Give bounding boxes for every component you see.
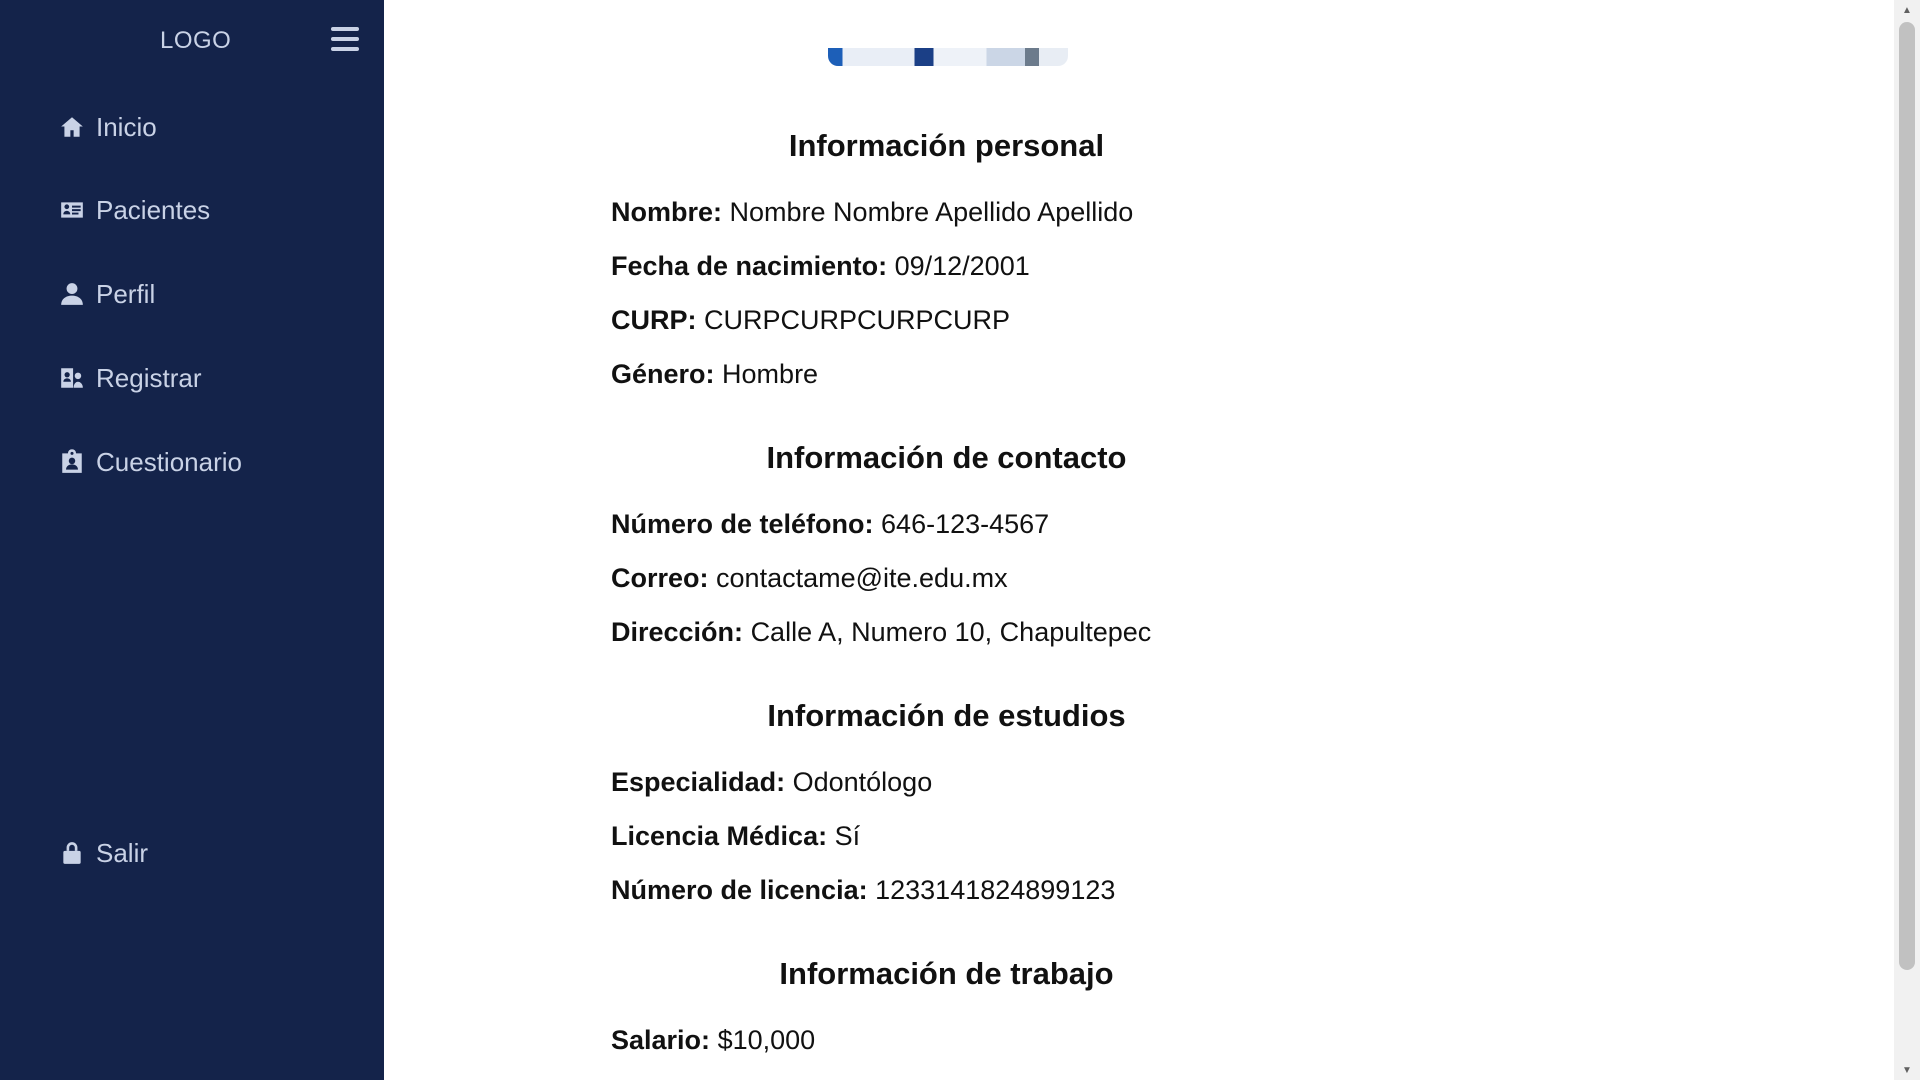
field-value: Calle A, Numero 10, Chapultepec (750, 617, 1152, 647)
field-value: 646-123-4567 (881, 509, 1050, 539)
sidebar-item-inicio[interactable]: Inicio (58, 107, 157, 147)
field-fecha-nacimiento: Fecha de nacimiento: 09/12/2001 (611, 251, 1030, 282)
field-numero-licencia: Número de licencia: 1233141824899123 (611, 875, 1115, 906)
field-label: Licencia Médica: (611, 821, 828, 851)
scroll-down-arrow-icon[interactable]: ▼ (1894, 1060, 1920, 1080)
field-correo: Correo: contactame@ite.edu.mx (611, 563, 1008, 594)
section-title-personal: Información personal (788, 128, 1105, 163)
user-register-icon (58, 364, 86, 392)
clipboard-user-icon (58, 448, 86, 476)
field-label: Número de licencia: (611, 875, 868, 905)
scroll-thumb[interactable] (1899, 22, 1915, 970)
sidebar-item-label: Registrar (96, 362, 202, 393)
scroll-up-arrow-icon[interactable]: ▲ (1894, 0, 1920, 20)
field-licencia-medica: Licencia Médica: Sí (611, 821, 860, 852)
field-value: Nombre Nombre Apellido Apellido (729, 197, 1134, 227)
field-direccion: Dirección: Calle A, Numero 10, Chapultep… (611, 617, 1151, 648)
field-value: Hombre (722, 359, 819, 389)
sidebar-item-label: Pacientes (96, 194, 211, 225)
field-label: Correo: (611, 563, 709, 593)
field-label: Género: (611, 359, 715, 389)
field-label: Fecha de nacimiento: (611, 251, 888, 281)
lock-icon (58, 839, 86, 867)
field-label: Salario: (611, 1025, 711, 1055)
id-card-icon (58, 196, 86, 224)
profile-content: Información personal Nombre: Nombre Nomb… (384, 0, 1894, 1080)
logo: LOGO (160, 27, 232, 54)
section-title-estudios: Información de estudios (767, 698, 1126, 733)
field-nombre: Nombre: Nombre Nombre Apellido Apellido (611, 197, 1133, 228)
field-value: $10,000 (717, 1025, 816, 1055)
user-icon (58, 280, 86, 308)
sidebar-item-label: Cuestionario (96, 446, 242, 477)
field-label: Dirección: (611, 617, 744, 647)
field-value: CURPCURPCURPCURP (704, 305, 1011, 335)
field-label: CURP: (611, 305, 697, 335)
vertical-scrollbar[interactable]: ▲ ▼ (1894, 0, 1920, 1080)
profile-photo (828, 48, 1068, 66)
field-label: Número de teléfono: (611, 509, 874, 539)
field-label: Especialidad: (611, 767, 786, 797)
sidebar-item-pacientes[interactable]: Pacientes (58, 190, 210, 230)
sidebar-item-label: Inicio (96, 111, 157, 142)
field-genero: Género: Hombre (611, 359, 818, 390)
sidebar-item-cuestionario[interactable]: Cuestionario (58, 442, 242, 482)
field-value: Odontólogo (792, 767, 933, 797)
field-value: 1233141824899123 (875, 875, 1116, 905)
sidebar: LOGO Inicio Pacientes Perfil Registrar C… (0, 0, 384, 1080)
sidebar-item-perfil[interactable]: Perfil (58, 274, 155, 314)
field-value: contactame@ite.edu.mx (716, 563, 1008, 593)
app-window: LOGO Inicio Pacientes Perfil Registrar C… (0, 0, 1920, 1080)
section-title-trabajo: Información de trabajo (779, 956, 1114, 991)
field-salario: Salario: $10,000 (611, 1025, 815, 1056)
field-value: Sí (834, 821, 861, 851)
sidebar-item-label: Salir (96, 837, 149, 868)
sidebar-item-label: Perfil (96, 278, 156, 309)
sidebar-item-registrar[interactable]: Registrar (58, 358, 201, 398)
home-icon (58, 113, 86, 141)
hamburger-menu-icon[interactable] (331, 27, 359, 51)
sidebar-item-salir[interactable]: Salir (58, 833, 148, 873)
field-label: Nombre: (611, 197, 723, 227)
field-telefono: Número de teléfono: 646-123-4567 (611, 509, 1049, 540)
field-especialidad: Especialidad: Odontólogo (611, 767, 932, 798)
field-curp: CURP: CURPCURPCURPCURP (611, 305, 1010, 336)
section-title-contacto: Información de contacto (766, 440, 1127, 475)
field-value: 09/12/2001 (894, 251, 1030, 281)
